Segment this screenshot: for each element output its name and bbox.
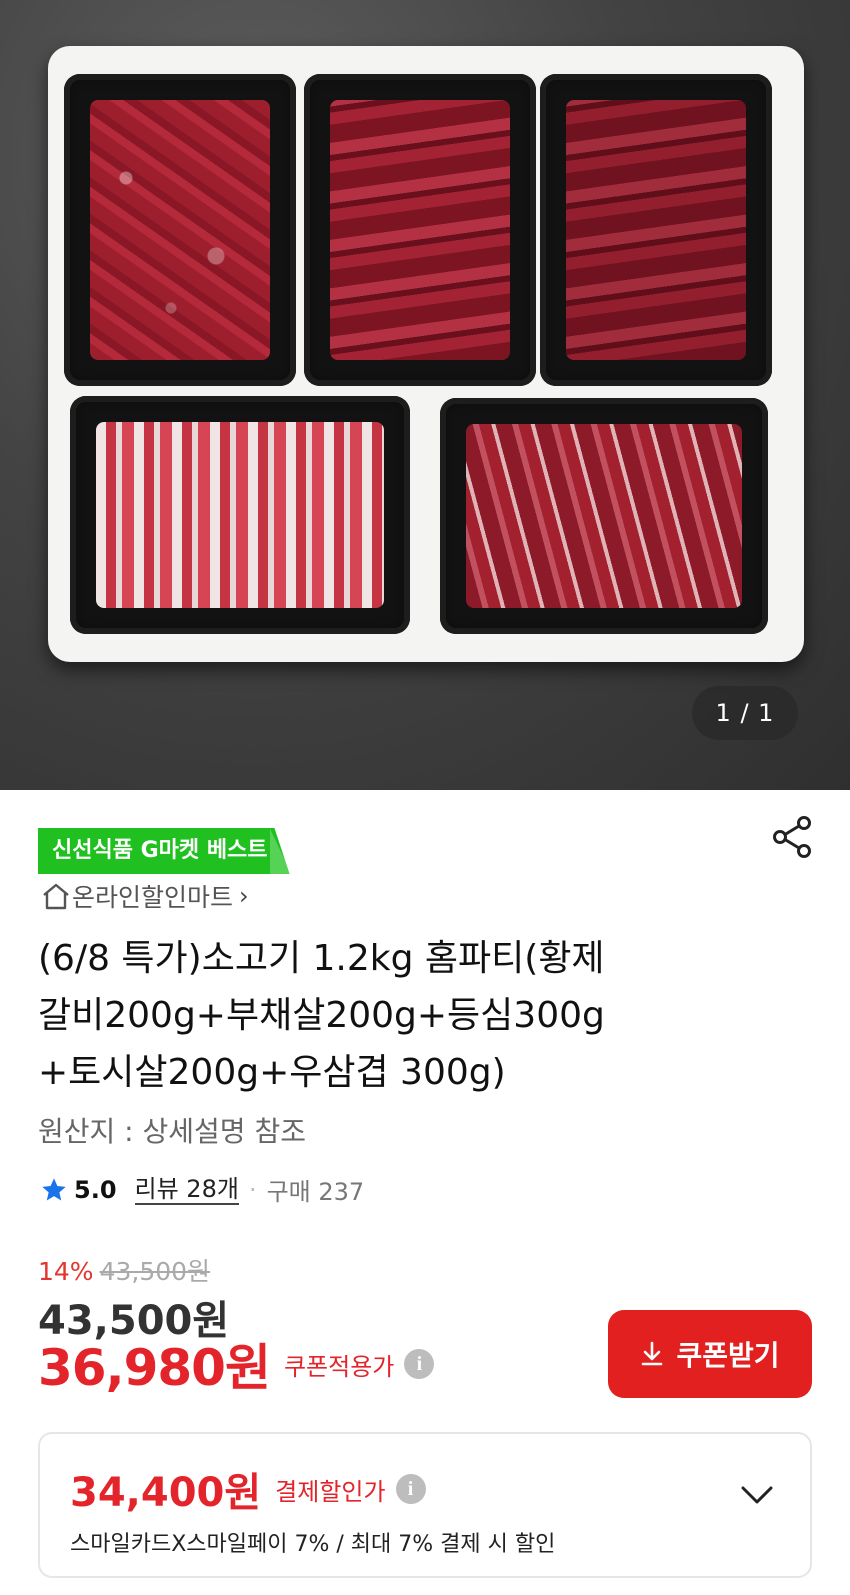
coupon-button-label: 쿠폰받기 — [676, 1339, 780, 1372]
card-price-label: 결제할인가 — [275, 1477, 386, 1506]
tray-compartment — [304, 74, 536, 386]
card-price: 34,400원 — [70, 1470, 262, 1516]
original-price: 43,500원 — [99, 1257, 211, 1286]
info-icon[interactable]: i — [395, 1474, 426, 1504]
home-icon — [43, 883, 69, 910]
info-icon[interactable]: i — [404, 1349, 435, 1379]
title-line: +토시살200g+우삼겹 300g) — [38, 1052, 506, 1093]
tray-compartment — [64, 74, 296, 386]
title-line: 갈비200g+부채살200g+등심300g — [38, 995, 605, 1036]
product-title: (6/8 특가)소고기 1.2kg 홈파티(황제 갈비200g+부채살200g+… — [38, 930, 818, 1101]
coupon-price: 36,980원 — [38, 1339, 271, 1397]
chevron-down-icon[interactable] — [740, 1484, 774, 1506]
rating-score: 5.0 — [74, 1175, 117, 1204]
product-image[interactable]: 1 / 1 — [0, 0, 850, 790]
meat-tray — [48, 46, 804, 662]
shop-link[interactable]: 온라인할인마트 › — [40, 878, 249, 914]
share-button[interactable] — [770, 814, 816, 860]
origin-info: 원산지 : 상세설명 참조 — [38, 1115, 306, 1148]
download-icon — [642, 1341, 663, 1366]
card-discount-description: 스마일카드X스마일페이 7% / 최대 7% 결제 시 할인 — [70, 1532, 556, 1557]
card-price-row: 34,400원 결제할인가 i — [70, 1460, 426, 1518]
star-icon — [42, 1177, 66, 1200]
tray-compartment — [70, 396, 410, 634]
rating-row: 5.0 리뷰 28개 · 구매 237 — [40, 1172, 364, 1207]
coupon-price-row: 36,980원 쿠폰적용가 i — [38, 1328, 435, 1400]
coupon-download-button[interactable]: 쿠폰받기 — [608, 1310, 812, 1398]
shop-name: 온라인할인마트 — [72, 883, 234, 912]
purchase-count: 구매 237 — [266, 1178, 365, 1206]
chevron-right-icon: › — [239, 882, 249, 910]
title-line: (6/8 특가)소고기 1.2kg 홈파티(황제 — [38, 938, 605, 979]
share-icon — [773, 816, 811, 858]
discount-row: 14% 43,500원 — [38, 1252, 210, 1288]
discount-percent: 14% — [38, 1257, 94, 1286]
card-discount-box[interactable]: 34,400원 결제할인가 i 스마일카드X스마일페이 7% / 최대 7% 결… — [38, 1432, 812, 1578]
best-badge: 신선식품 G마켓 베스트 — [38, 828, 290, 874]
separator-dot: · — [248, 1175, 257, 1204]
product-info: 신선식품 G마켓 베스트 온라인할인마트 › (6/8 특가)소고기 1.2kg… — [0, 790, 850, 1595]
coupon-price-label: 쿠폰적용가 — [283, 1352, 395, 1381]
image-counter: 1 / 1 — [692, 686, 798, 740]
tray-compartment — [540, 74, 772, 386]
tray-compartment — [440, 398, 768, 634]
reviews-link[interactable]: 리뷰 28개 — [134, 1175, 239, 1205]
